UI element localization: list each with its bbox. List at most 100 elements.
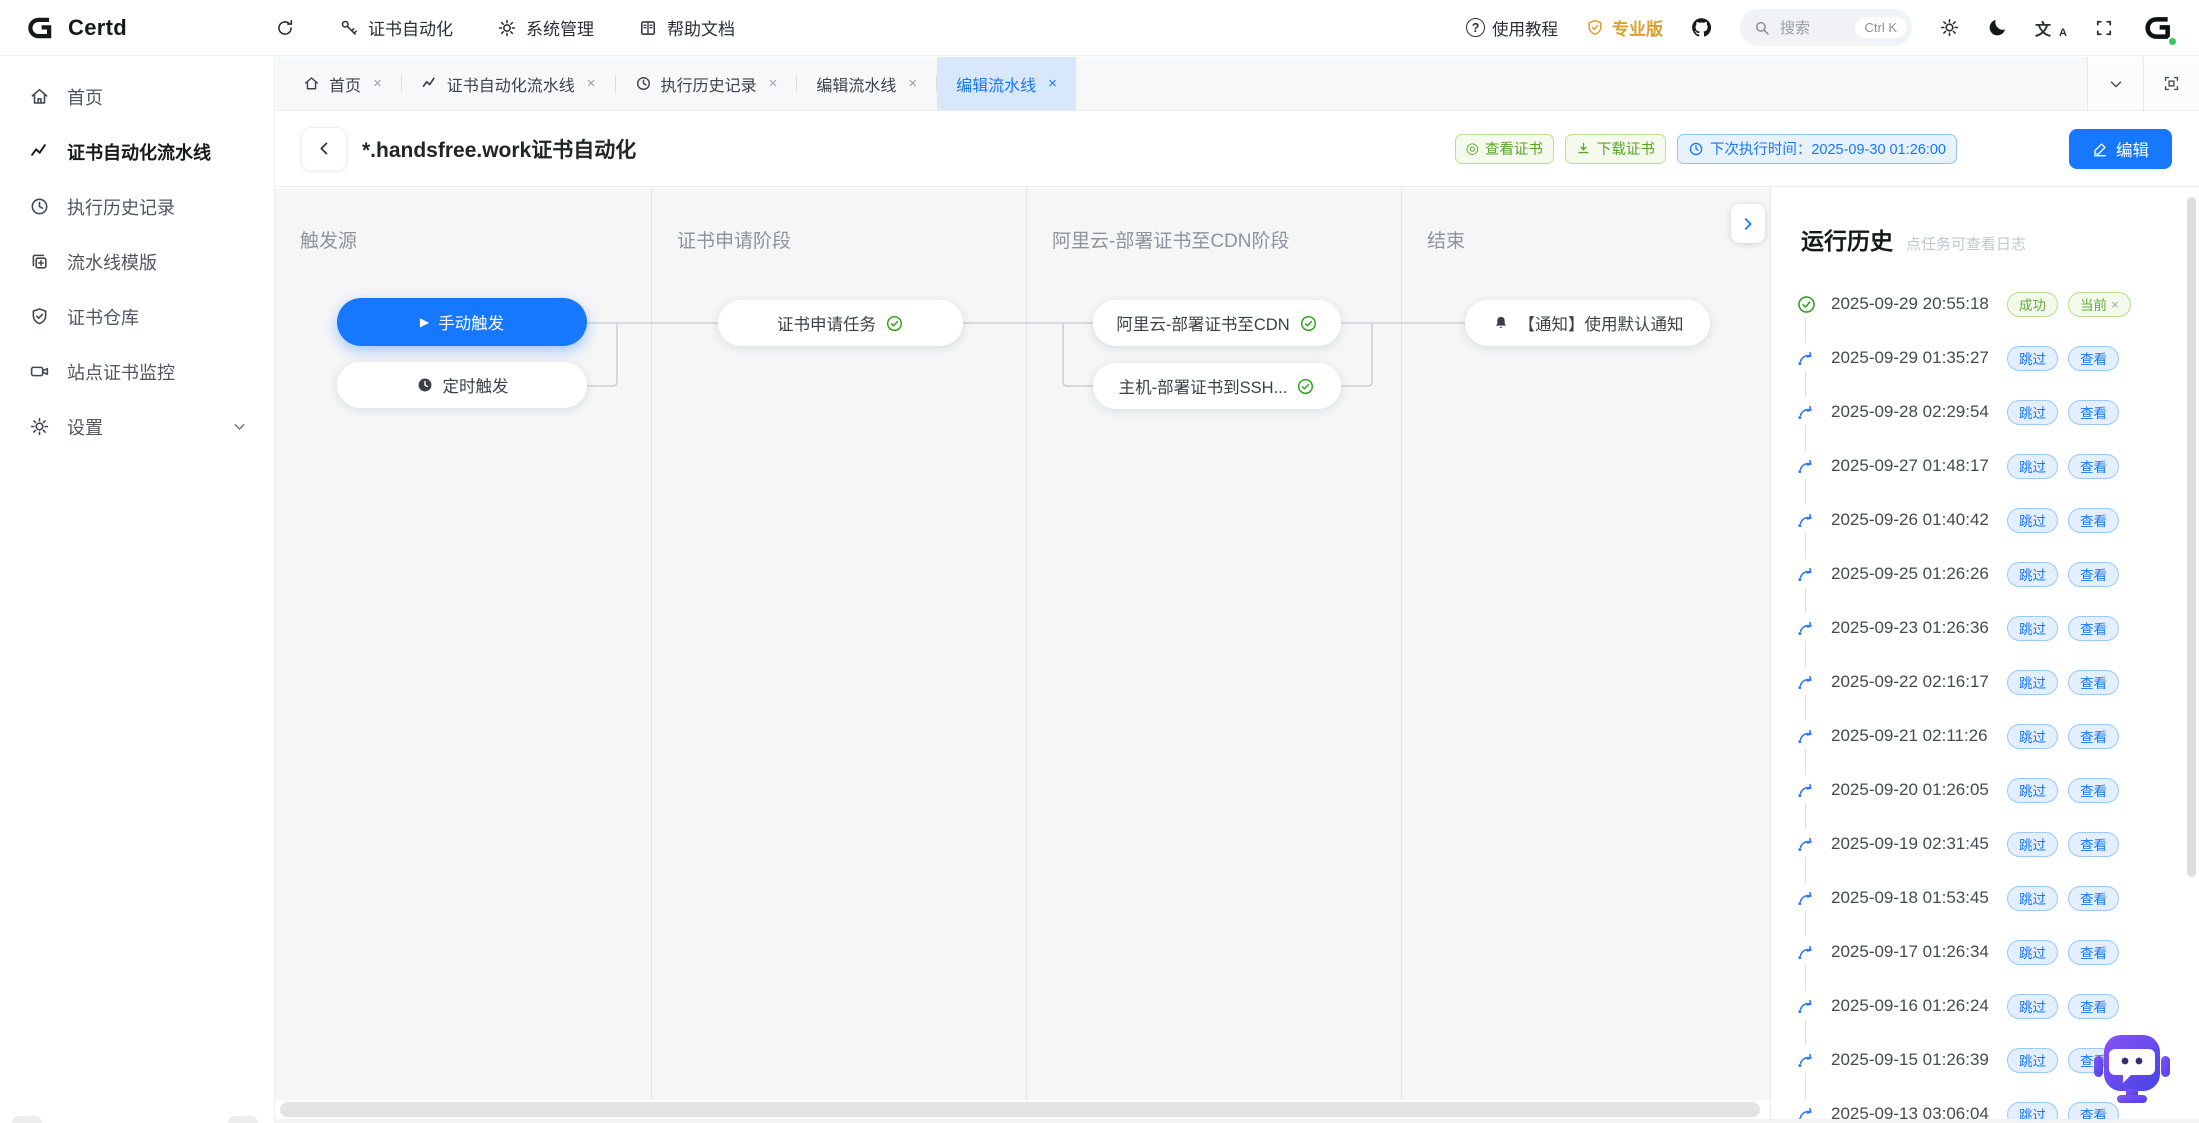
settings-button[interactable] (1939, 17, 1960, 38)
run-status-tag[interactable]: 跳过 (2007, 940, 2058, 965)
run-action-tag[interactable]: 查看× (2068, 940, 2119, 965)
pro-badge[interactable]: 专业版 (1585, 15, 1663, 40)
sidebar-item-run-history[interactable]: 执行历史记录 (0, 179, 274, 234)
history-item[interactable]: 2025-09-29 20:55:18 成功 当前× (1771, 277, 2185, 331)
github-link[interactable] (1690, 16, 1713, 39)
run-status-tag[interactable]: 跳过 (2007, 454, 2058, 479)
edit-button[interactable]: 编辑 (2069, 129, 2172, 169)
run-action-tag[interactable]: 查看× (2068, 832, 2119, 857)
history-item[interactable]: 2025-09-27 01:48:17 跳过 查看× (1771, 439, 2185, 493)
history-item[interactable]: 2025-09-16 01:26:24 跳过 查看× (1771, 979, 2185, 1033)
history-item[interactable]: 2025-09-23 01:26:36 跳过 查看× (1771, 601, 2185, 655)
language-switcher[interactable]: 文 A (2035, 16, 2067, 40)
sidebar-item-home[interactable]: 首页 (0, 69, 274, 124)
fullscreen-button[interactable] (2094, 18, 2114, 38)
run-status-tag[interactable]: 跳过 (2007, 508, 2058, 533)
node-timer-trigger[interactable]: 定时触发 (337, 362, 587, 408)
run-status-tag[interactable]: 跳过 (2007, 670, 2058, 695)
sidebar-footer-button[interactable] (12, 1116, 42, 1123)
run-status-tag[interactable]: 跳过 (2007, 1048, 2058, 1073)
nav-system-admin[interactable]: 系统管理 (497, 15, 594, 40)
node-notify-task[interactable]: 【通知】使用默认通知 (1465, 300, 1710, 346)
run-action-tag[interactable]: 查看× (2068, 454, 2119, 479)
node-manual-trigger[interactable]: ▶ 手动触发 (337, 298, 587, 346)
tab-close-icon[interactable]: × (587, 75, 596, 92)
node-cert-request-task[interactable]: 证书申请任务 (718, 300, 963, 346)
tab-list-dropdown-button[interactable] (2087, 57, 2143, 110)
sidebar-item-cert-repository[interactable]: 证书仓库 (0, 289, 274, 344)
run-history-list[interactable]: 2025-09-29 20:55:18 成功 当前× 2025-09-29 01… (1771, 277, 2185, 1123)
tag-close-icon[interactable]: × (2111, 297, 2119, 312)
sidebar-item-settings[interactable]: 设置 (0, 399, 274, 454)
run-action-label: 查看 (2080, 942, 2107, 962)
run-action-tag[interactable]: 查看× (2068, 400, 2119, 425)
run-status-tag[interactable]: 跳过 (2007, 400, 2058, 425)
panel-scrollbar[interactable] (2187, 197, 2196, 877)
run-status-tag[interactable]: 跳过 (2007, 562, 2058, 587)
panel-expand-button[interactable] (1731, 204, 1765, 243)
history-item[interactable]: 2025-09-17 01:26:34 跳过 查看× (1771, 925, 2185, 979)
tab-run-history[interactable]: 执行历史记录 × (616, 57, 797, 110)
run-action-tag[interactable]: 查看× (2068, 616, 2119, 641)
history-item[interactable]: 2025-09-26 01:40:42 跳过 查看× (1771, 493, 2185, 547)
tab-cert-pipelines[interactable]: 证书自动化流水线 × (402, 57, 615, 110)
search-input[interactable]: 搜索 Ctrl K (1740, 9, 1912, 46)
run-action-tag[interactable]: 查看× (2068, 994, 2119, 1019)
history-item[interactable]: 2025-09-22 02:16:17 跳过 查看× (1771, 655, 2185, 709)
run-action-label: 查看 (2080, 996, 2107, 1016)
tab-close-icon[interactable]: × (908, 75, 917, 92)
run-status-tag[interactable]: 跳过 (2007, 346, 2058, 371)
run-action-tag[interactable]: 当前× (2068, 292, 2131, 317)
run-status-tag[interactable]: 跳过 (2007, 832, 2058, 857)
run-action-label: 查看 (2080, 510, 2107, 530)
history-item[interactable]: 2025-09-20 01:26:05 跳过 查看× (1771, 763, 2185, 817)
view-cert-button[interactable]: ◎ 查看证书 (1455, 134, 1554, 164)
tab-close-icon[interactable]: × (769, 75, 778, 92)
brand[interactable]: Certd (26, 13, 127, 43)
chat-assistant-widget[interactable] (2093, 1029, 2171, 1105)
back-button[interactable] (301, 127, 347, 171)
download-cert-button[interactable]: 下载证书 (1565, 134, 1666, 164)
run-action-tag[interactable]: 查看× (2068, 562, 2119, 587)
history-item[interactable]: 2025-09-18 01:53:45 跳过 查看× (1771, 871, 2185, 925)
history-item[interactable]: 2025-09-28 02:29:54 跳过 查看× (1771, 385, 2185, 439)
nav-help-docs[interactable]: 帮助文档 (638, 15, 735, 40)
check-circle-icon (1299, 314, 1318, 333)
history-item[interactable]: 2025-09-19 02:31:45 跳过 查看× (1771, 817, 2185, 871)
tutorial-link[interactable]: ? 使用教程 (1466, 16, 1558, 40)
history-item[interactable]: 2025-09-29 01:35:27 跳过 查看× (1771, 331, 2185, 385)
run-status-tag[interactable]: 成功 (2007, 292, 2058, 317)
run-action-label: 查看 (2080, 402, 2107, 422)
run-status-tag[interactable]: 跳过 (2007, 994, 2058, 1019)
dark-mode-toggle[interactable] (1987, 17, 2008, 38)
run-action-tag[interactable]: 查看× (2068, 346, 2119, 371)
sidebar-item-pipeline-templates[interactable]: 流水线模版 (0, 234, 274, 289)
avatar[interactable] (2141, 10, 2177, 46)
history-item[interactable]: 2025-09-21 02:11:26 跳过 查看× (1771, 709, 2185, 763)
tab-maximize-button[interactable] (2143, 57, 2199, 110)
run-status-tag[interactable]: 跳过 (2007, 724, 2058, 749)
tab-close-icon[interactable]: × (1048, 75, 1057, 92)
node-deploy-cdn-task[interactable]: 阿里云-部署证书至CDN (1093, 300, 1341, 346)
run-status-tag[interactable]: 跳过 (2007, 886, 2058, 911)
run-action-tag[interactable]: 查看× (2068, 508, 2119, 533)
tab-edit-pipeline-active[interactable]: 编辑流水线 × (937, 57, 1076, 110)
run-status-tag[interactable]: 跳过 (2007, 778, 2058, 803)
tab-edit-pipeline[interactable]: 编辑流水线 × (797, 57, 936, 110)
tab-close-icon[interactable]: × (373, 75, 382, 92)
canvas-horizontal-scrollbar[interactable] (280, 1102, 1760, 1117)
run-action-tag[interactable]: 查看× (2068, 778, 2119, 803)
nav-cert-automation[interactable]: 证书自动化 (339, 15, 453, 40)
run-status-tag[interactable]: 跳过 (2007, 616, 2058, 641)
run-action-tag[interactable]: 查看× (2068, 886, 2119, 911)
history-item[interactable]: 2025-09-25 01:26:26 跳过 查看× (1771, 547, 2185, 601)
run-action-tag[interactable]: 查看× (2068, 670, 2119, 695)
run-action-tag[interactable]: 查看× (2068, 724, 2119, 749)
node-deploy-ssh-task[interactable]: 主机-部署证书到SSH... (1093, 363, 1341, 409)
tab-home[interactable]: 首页 × (284, 57, 401, 110)
sidebar-item-cert-pipelines[interactable]: 证书自动化流水线 (0, 124, 274, 179)
pipeline-canvas[interactable]: 触发源 证书申请阶段 阿里云-部署证书至CDN阶段 结束 ▶ 手动触发 (275, 188, 1770, 1100)
sidebar-footer-button[interactable] (228, 1116, 258, 1123)
sidebar-item-site-monitor[interactable]: 站点证书监控 (0, 344, 274, 399)
refresh-button[interactable] (275, 18, 295, 38)
